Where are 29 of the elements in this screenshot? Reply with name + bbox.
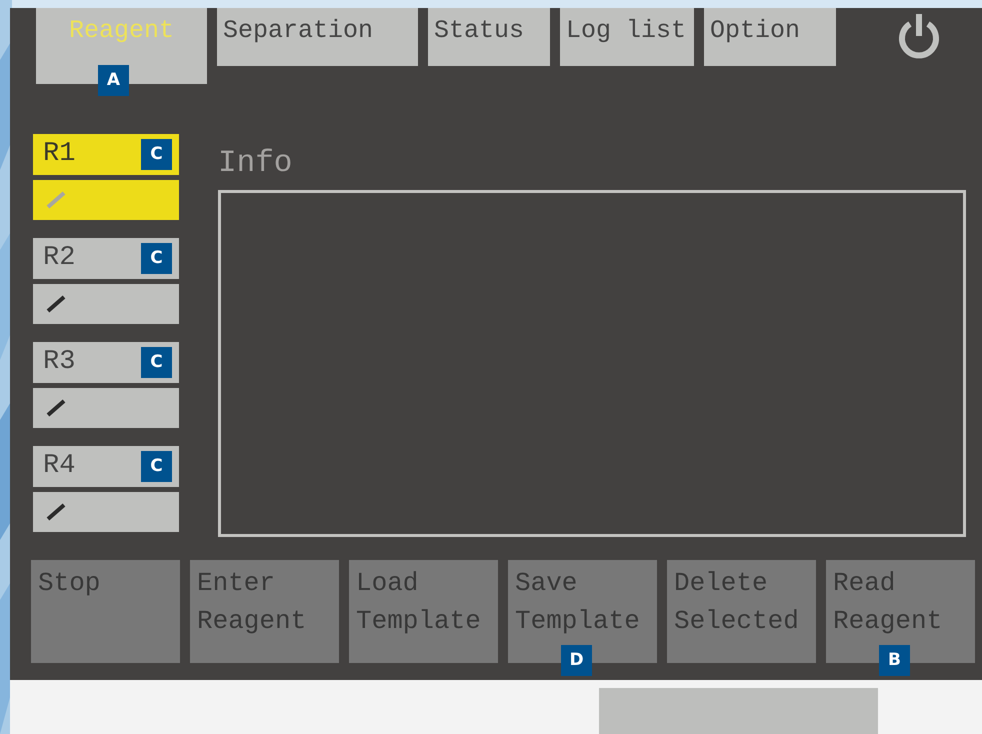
- callout-label: D: [561, 645, 592, 676]
- callout-label: C: [141, 243, 172, 274]
- tab[interactable]: Log list: [560, 8, 694, 66]
- edit-field[interactable]: [33, 492, 179, 532]
- slash-icon: [46, 295, 66, 313]
- slash-icon: [46, 191, 66, 209]
- reagent-slot[interactable]: R2 C: [33, 238, 179, 279]
- callout-label: C: [141, 347, 172, 378]
- reagent-slot[interactable]: R1 C: [33, 134, 179, 175]
- callout-label: C: [141, 139, 172, 170]
- reagent-slot[interactable]: R3 C: [33, 342, 179, 383]
- action-button[interactable]: Delete Selected: [667, 560, 816, 663]
- action-button[interactable]: Load Template: [349, 560, 498, 663]
- tab[interactable]: Status: [428, 8, 550, 66]
- tab[interactable]: Option: [704, 8, 836, 66]
- callout-label: B: [879, 645, 910, 676]
- edit-field[interactable]: [33, 180, 179, 220]
- callout-label: C: [141, 451, 172, 482]
- edit-field[interactable]: [33, 284, 179, 324]
- action-button[interactable]: Stop: [31, 560, 180, 663]
- action-button[interactable]: Enter Reagent: [190, 560, 339, 663]
- callout-label: A: [98, 65, 129, 96]
- slash-icon: [46, 503, 66, 521]
- tab[interactable]: Separation: [217, 8, 418, 66]
- slash-icon: [46, 399, 66, 417]
- reagent-slot[interactable]: R4 C: [33, 446, 179, 487]
- info-heading: Info: [218, 148, 294, 179]
- edit-field[interactable]: [33, 388, 179, 428]
- power-icon[interactable]: [896, 12, 942, 60]
